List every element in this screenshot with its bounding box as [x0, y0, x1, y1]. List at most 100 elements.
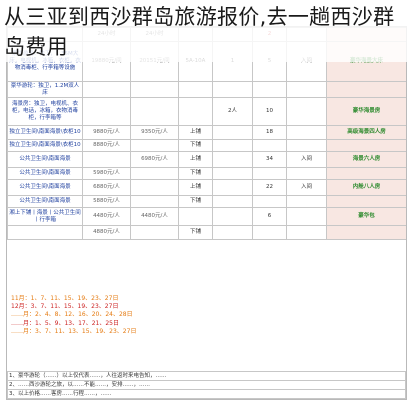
table-cell [130, 195, 179, 208]
table-cell [7, 225, 83, 240]
table-cell [286, 195, 327, 208]
table-cell [252, 139, 287, 152]
note-text: 2、……西沙游轮之旅，以……不能……，安排……，…… [7, 380, 406, 390]
sailing-date-line: ……月：3、7、11、13、15、19、23、27日 [11, 327, 137, 335]
table-cell: 公共卫生间\南面海景 [7, 195, 83, 208]
table-cell: 下铺 [178, 139, 213, 152]
table-cell [252, 195, 287, 208]
table-cell [82, 97, 131, 126]
table-cell: 9880元/人 [82, 125, 131, 140]
table-cell: 下铺 [178, 167, 213, 180]
table-row: 公共卫生间\南面海景 5880元/人 下铺 [7, 195, 406, 208]
table-cell [212, 207, 253, 226]
table-row: 独立卫生间\南面海景\衣柜10 9880元/人 9350元/人 上铺 18 高级海景四人房 [7, 125, 406, 140]
table-cell: 上铺 [178, 151, 213, 168]
table-cell [212, 125, 253, 140]
sailing-date-line: ……月：1、5、9、13、17、21、25日 [11, 319, 119, 327]
table-cell: 内舱八人房 [326, 179, 406, 196]
table-cell [252, 225, 287, 240]
table-cell: 入间 [286, 151, 327, 168]
table-cell: 高级海景四人房 [326, 125, 406, 140]
table-cell [252, 81, 287, 98]
table-row: 海景房：独卫，电视机、衣柜，电话，冰箱，衣物消毒柜，行李箱等 2人 10 豪华海景房 [7, 97, 406, 126]
table-cell [212, 139, 253, 152]
table-cell [326, 195, 406, 208]
table-cell: 5980元/人 [82, 167, 131, 180]
table-cell: 6 [252, 207, 287, 226]
table-row: 公共卫生间\南面海景 6980元/人 上铺 34 入间 海景六人房 [7, 151, 406, 168]
table-cell: 湘上下铺丨海景丨公共卫生间丨行李箱 [7, 207, 83, 226]
table-cell: 8880元/人 [82, 139, 131, 152]
note-row: 1、豪华游轮（……）以上仅代表……，人往返时来电告知，…… [7, 371, 406, 381]
table-cell [212, 195, 253, 208]
table-cell: 下铺 [178, 225, 213, 240]
table-cell [212, 225, 253, 240]
table-cell: 4480元/人 [82, 207, 131, 226]
table-cell [130, 139, 179, 152]
table-cell [212, 81, 253, 98]
table-cell: 独立卫生间\南面海景\衣柜10 [7, 139, 83, 152]
table-cell: 公共卫生间\南面海景 [7, 179, 83, 196]
table-cell: 9350元/人 [130, 125, 179, 140]
table-cell [286, 139, 327, 152]
table-row: 独立卫生间\南面海景\衣柜10 8880元/人 下铺 [7, 139, 406, 152]
table-cell [326, 167, 406, 180]
table-cell: 4480元/人 [130, 207, 179, 226]
table-cell [82, 81, 131, 98]
table-cell: 34 [252, 151, 287, 168]
table-cell [212, 151, 253, 168]
table-cell: 豪华包 [326, 207, 406, 226]
table-cell: 5880元/人 [82, 195, 131, 208]
note-text: 3、以上价格……客房……行程……，…… [7, 389, 406, 399]
table-cell: 海景六人房 [326, 151, 406, 168]
table-row: 4880元/人 下铺 [7, 225, 406, 240]
table-cell [130, 225, 179, 240]
table-cell: 下铺 [178, 195, 213, 208]
note-text: 1、豪华游轮（……）以上仅代表……，人往返时来电告知，…… [7, 371, 406, 381]
table-cell [286, 225, 327, 240]
table-cell [326, 139, 406, 152]
table-cell [178, 81, 213, 98]
table-cell: 豪华游轮：独卫，1.2M双人床 [7, 81, 83, 98]
table-cell: 6980元/人 [130, 151, 179, 168]
table-cell [130, 81, 179, 98]
table-cell [326, 81, 406, 98]
table-cell [286, 97, 327, 126]
table-cell: 独立卫生间\南面海景\衣柜10 [7, 125, 83, 140]
sailing-date-line: 11月：1、7、11、15、19、23、27日 [11, 295, 119, 302]
table-cell: 6880元/人 [82, 179, 131, 196]
table-row: 公共卫生间\南面海景 6880元/人 上铺 22 入间 内舱八人房 [7, 179, 406, 196]
table-cell [286, 207, 327, 226]
table-cell [130, 97, 179, 126]
table-cell [286, 81, 327, 98]
table-cell: 豪华海景房 [326, 97, 406, 126]
table-row: 豪华游轮：独卫，1.2M双人床 [7, 81, 406, 98]
table-cell: 公共卫生间\南面海景 [7, 151, 83, 168]
table-cell: 18 [252, 125, 287, 140]
note-row: 2、……西沙游轮之旅，以……不能……，安排……，…… [7, 380, 406, 390]
table-cell: 上铺 [178, 179, 213, 196]
table-cell [130, 179, 179, 196]
page-title: 从三亚到西沙群岛旅游报价,去一趟西沙群岛费用 [4, 2, 408, 62]
note-row: 3、以上价格……客房……行程……，…… [7, 389, 406, 399]
table-cell [326, 225, 406, 240]
table-cell: 上铺 [178, 125, 213, 140]
price-document: 24小时24小时2豪华游轮：独卫，1.35M大床，电视机，冰箱，衣柜，衣物消毒柜… [6, 26, 407, 400]
sailing-date-line: 12月：3、7、11、15、19、23、27日 [11, 303, 119, 311]
table-cell: 4880元/人 [82, 225, 131, 240]
table-cell [82, 151, 131, 168]
table-cell: 公共卫生间\南面海景 [7, 167, 83, 180]
table-cell [252, 167, 287, 180]
table-cell [212, 179, 253, 196]
table-cell: 2人 [212, 97, 253, 126]
table-cell [178, 207, 213, 226]
table-cell: 10 [252, 97, 287, 126]
table-cell [286, 167, 327, 180]
table-cell [130, 167, 179, 180]
table-cell: 22 [252, 179, 287, 196]
sailing-dates: 11月：1、7、11、15、19、23、27日 12月：3、7、11、15、19、… [11, 295, 401, 336]
table-row: 公共卫生间\南面海景 5980元/人 下铺 [7, 167, 406, 180]
table-cell [178, 97, 213, 126]
table-cell: 海景房：独卫，电视机、衣柜，电话，冰箱，衣物消毒柜，行李箱等 [7, 97, 83, 126]
sailing-date-line: ……月：2、4、8、12、16、20、24、28日 [11, 311, 133, 319]
